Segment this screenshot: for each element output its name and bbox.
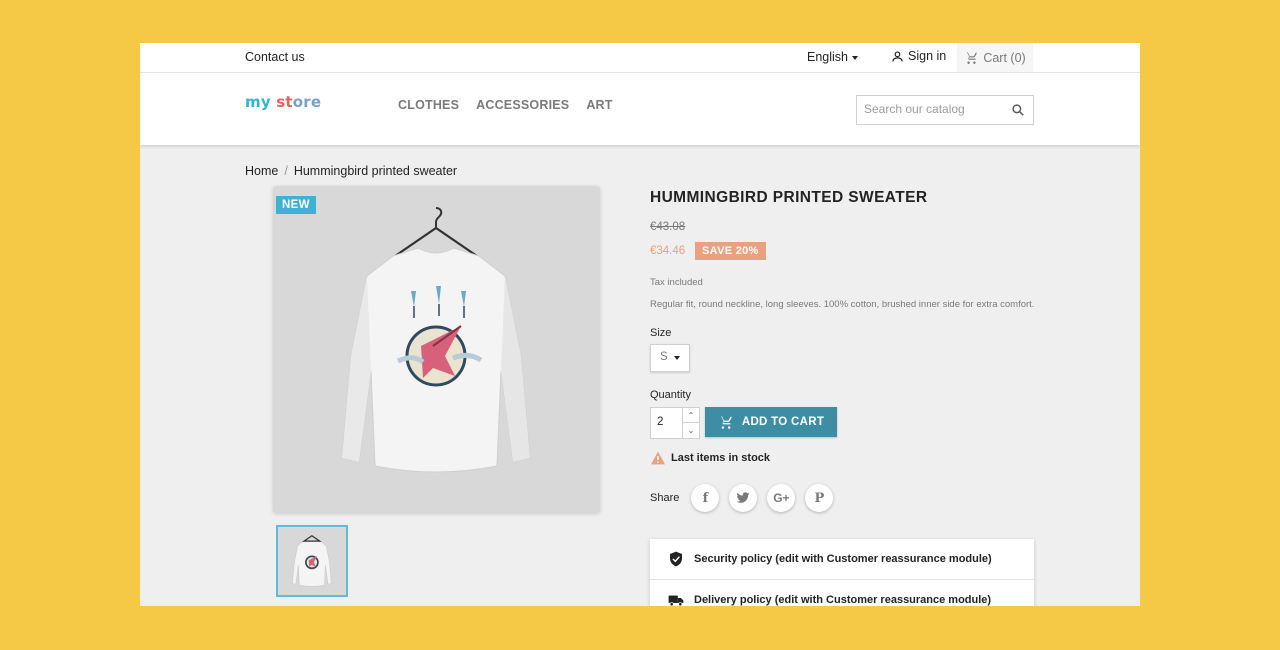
facebook-icon: f [702, 490, 709, 506]
twitter-icon [736, 492, 750, 503]
add-to-cart-button[interactable]: ADD TO CART [705, 407, 837, 437]
search-icon [1012, 104, 1024, 116]
share-label: Share [650, 492, 680, 504]
nav-item-accessories[interactable]: ACCESSORIES [476, 98, 569, 112]
browser-viewport: Contact us English Sign in Cart (0) my s… [140, 43, 1140, 606]
product-description: Regular fit, round neckline, long sleeve… [650, 299, 1035, 310]
share-googleplus-button[interactable]: G+ [767, 484, 796, 512]
search-button[interactable] [1011, 103, 1025, 122]
cart-label: Cart (0) [983, 50, 1026, 65]
product-cover-image[interactable] [273, 186, 600, 513]
stock-status: Last items in stock [650, 451, 770, 465]
user-icon [892, 50, 903, 61]
main-nav: CLOTHES ACCESSORIES ART [398, 98, 613, 112]
top-bar: Contact us English Sign in Cart (0) [140, 43, 1140, 73]
discount-badge: SAVE 20% [695, 242, 766, 260]
warning-icon [651, 451, 665, 465]
reassurance-item: Delivery policy (edit with Customer reas… [650, 580, 1034, 606]
store-logo[interactable]: my store [245, 93, 321, 111]
add-to-cart-label: ADD TO CART [741, 416, 825, 428]
breadcrumb-current[interactable]: Hummingbird printed sweater [294, 164, 457, 178]
truck-icon [668, 594, 684, 607]
googleplus-icon: G+ [773, 491, 790, 505]
share-section: Share f G+ P [650, 484, 834, 512]
chevron-down-icon [674, 356, 680, 360]
logo-text-part: st [276, 93, 293, 111]
current-price: €34.46 [650, 245, 686, 257]
logo-text-part: ore [292, 93, 322, 111]
stock-label: Last items in stock [671, 452, 771, 464]
size-label: Size [650, 327, 672, 339]
language-selector[interactable]: English [807, 50, 858, 64]
shield-icon [668, 551, 684, 567]
reassurance-item: Security policy (edit with Customer reas… [650, 539, 1034, 580]
regular-price: €43.08 [650, 221, 686, 233]
pinterest-icon: P [814, 490, 825, 506]
breadcrumb: Home / Hummingbird printed sweater [245, 164, 457, 178]
reassurance-delivery-label: Delivery policy (edit with Customer reas… [694, 594, 992, 606]
breadcrumb-separator: / [284, 164, 288, 178]
tax-label: Tax included [650, 277, 703, 288]
cart-link[interactable]: Cart (0) [957, 43, 1033, 72]
size-value: S [660, 351, 668, 363]
quantity-spinner: ⌃ ⌄ [682, 408, 699, 438]
cart-icon [965, 51, 978, 64]
sign-in-label: Sign in [908, 49, 947, 63]
product-title: HUMMINGBIRD PRINTED SWEATER [650, 189, 928, 206]
size-select[interactable]: S [650, 344, 690, 372]
quantity-increase-icon[interactable]: ⌃ [683, 408, 699, 423]
share-twitter-button[interactable] [729, 484, 758, 512]
logo-text-part: my [245, 93, 271, 111]
reassurance-security-label: Security policy (edit with Customer reas… [694, 553, 992, 565]
nav-item-art[interactable]: ART [586, 98, 612, 112]
thumbnail-image [291, 534, 332, 587]
sign-in-link[interactable]: Sign in [891, 49, 946, 63]
quantity-stepper[interactable]: 2 ⌃ ⌄ [650, 407, 700, 439]
sweater-image [341, 207, 531, 473]
reassurance-block: Security policy (edit with Customer reas… [650, 539, 1034, 606]
contact-link[interactable]: Contact us [245, 50, 305, 64]
nav-item-clothes[interactable]: CLOTHES [398, 98, 459, 112]
share-facebook-button[interactable]: f [691, 484, 720, 512]
chevron-down-icon [852, 55, 858, 60]
new-badge: NEW [276, 196, 316, 214]
breadcrumb-home[interactable]: Home [245, 164, 278, 178]
product-thumbnail[interactable] [276, 525, 348, 597]
quantity-input[interactable]: 2 [657, 416, 663, 428]
quantity-label: Quantity [650, 389, 691, 401]
search-box [856, 95, 1034, 125]
cart-button-icon [718, 415, 732, 429]
quantity-decrease-icon[interactable]: ⌄ [683, 423, 699, 437]
share-pinterest-button[interactable]: P [805, 484, 834, 512]
site-header: my store CLOTHES ACCESSORIES ART [140, 73, 1140, 145]
language-label: English [807, 50, 848, 64]
search-input[interactable] [864, 102, 1004, 116]
